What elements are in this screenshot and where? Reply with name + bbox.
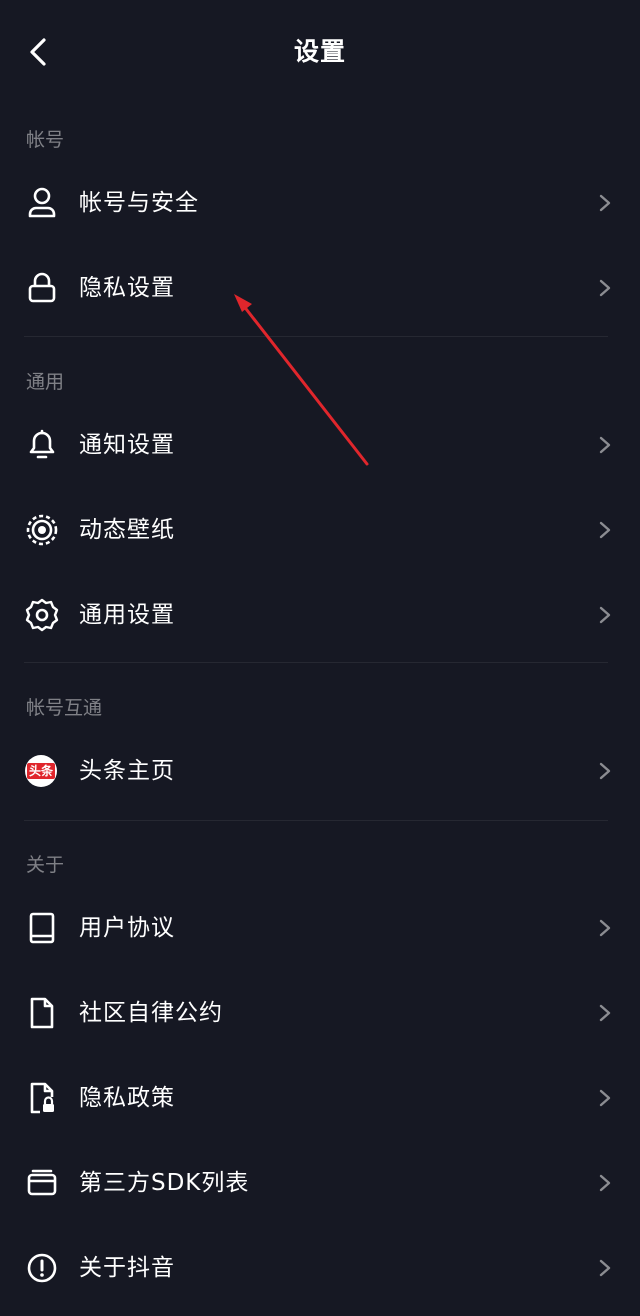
row-about-douyin[interactable]: 关于抖音 — [0, 1226, 640, 1310]
chevron-right-icon — [599, 279, 611, 297]
row-privacy-settings[interactable]: 隐私设置 — [0, 246, 640, 330]
page-title: 设置 — [293, 37, 346, 66]
document-icon — [30, 997, 54, 1029]
wallpaper-icon — [26, 514, 58, 546]
section-label-general: 通用 — [26, 371, 65, 393]
row-general-settings[interactable]: 通用设置 — [0, 573, 640, 657]
row-label: 用户协议 — [79, 915, 175, 941]
book-icon — [29, 912, 55, 944]
row-label: 通知设置 — [79, 432, 175, 458]
section-label-interop: 帐号互通 — [26, 697, 103, 719]
row-label: 头条主页 — [79, 758, 175, 784]
divider — [24, 336, 608, 337]
chevron-right-icon — [599, 1174, 611, 1192]
header: 设置 — [0, 0, 640, 104]
gear-icon — [25, 598, 59, 632]
bell-icon — [29, 429, 55, 459]
chevron-right-icon — [599, 194, 611, 212]
chevron-right-icon — [599, 1259, 611, 1277]
row-label: 第三方SDK列表 — [79, 1170, 250, 1196]
row-community-guidelines[interactable]: 社区自律公约 — [0, 971, 640, 1055]
lock-icon — [28, 272, 56, 303]
section-label-about: 关于 — [26, 854, 65, 876]
chevron-right-icon — [599, 606, 611, 624]
section-label-account: 帐号 — [26, 129, 65, 151]
row-label: 通用设置 — [79, 602, 175, 628]
row-label: 隐私政策 — [79, 1085, 175, 1111]
chevron-right-icon — [599, 1004, 611, 1022]
chevron-right-icon — [599, 762, 611, 780]
chevron-right-icon — [599, 1089, 611, 1107]
row-privacy-policy[interactable]: 隐私政策 — [0, 1056, 640, 1140]
divider — [24, 820, 608, 821]
row-label: 关于抖音 — [79, 1255, 175, 1281]
row-label: 社区自律公约 — [79, 1000, 223, 1026]
toutiao-logo-icon: 头条 — [25, 755, 57, 787]
row-label: 动态壁纸 — [79, 517, 175, 543]
chevron-right-icon — [599, 436, 611, 454]
row-toutiao-home[interactable]: 头条 头条主页 — [0, 729, 640, 813]
card-stack-icon — [27, 1169, 57, 1196]
chevron-right-icon — [599, 521, 611, 539]
row-user-agreement[interactable]: 用户协议 — [0, 886, 640, 970]
row-label: 帐号与安全 — [79, 190, 199, 216]
row-label: 隐私设置 — [79, 275, 175, 301]
row-account-security[interactable]: 帐号与安全 — [0, 161, 640, 245]
info-icon — [27, 1253, 57, 1283]
document-lock-icon — [30, 1082, 54, 1114]
row-third-party-sdk[interactable]: 第三方SDK列表 — [0, 1141, 640, 1225]
row-notification-settings[interactable]: 通知设置 — [0, 403, 640, 487]
chevron-right-icon — [599, 919, 611, 937]
row-live-wallpaper[interactable]: 动态壁纸 — [0, 488, 640, 572]
divider — [24, 662, 608, 663]
toutiao-logo-text: 头条 — [27, 763, 55, 779]
user-icon — [28, 187, 56, 218]
